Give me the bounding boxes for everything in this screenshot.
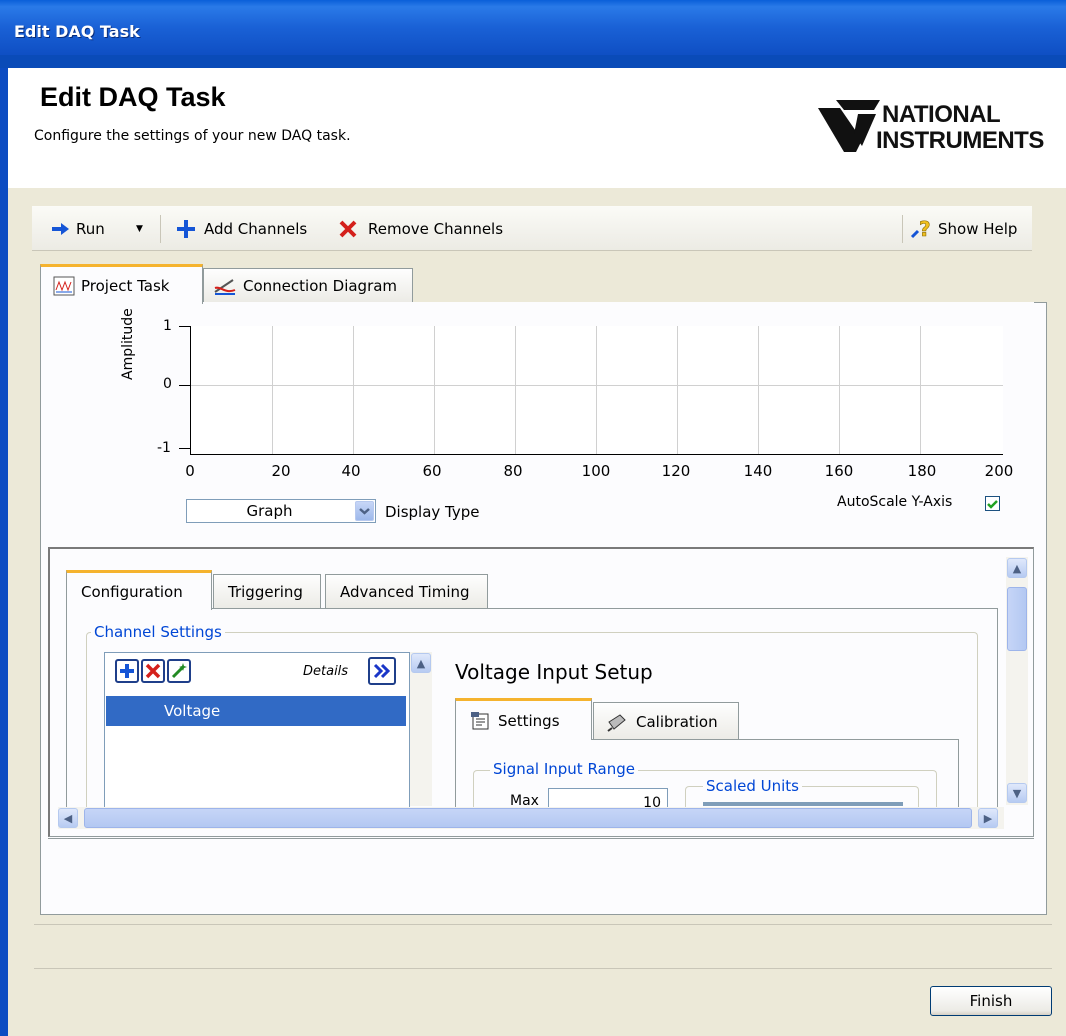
autoscale-label: AutoScale Y-Axis: [837, 494, 953, 510]
remove-channels-label: Remove Channels: [368, 220, 504, 238]
tab-settings[interactable]: Settings: [455, 698, 592, 740]
add-channels-button[interactable]: Add Channels: [176, 218, 307, 240]
graph-icon: [53, 276, 75, 295]
red-x-icon: [339, 220, 357, 238]
logo-line-instruments: INSTRUMENTS: [876, 127, 1044, 154]
channel-settings-label: Channel Settings: [91, 623, 225, 641]
remove-channel-button[interactable]: [141, 659, 165, 683]
x-tick: 60: [422, 462, 442, 480]
tab-label: Configuration: [81, 582, 183, 601]
x-tick: 20: [271, 462, 291, 480]
checkmark-icon: [987, 500, 998, 509]
remove-channels-button[interactable]: Remove Channels: [338, 218, 503, 240]
svg-text:?: ?: [919, 217, 931, 241]
scroll-up-button[interactable]: ▲: [1007, 558, 1027, 578]
scaled-units-label: Scaled Units: [703, 777, 802, 795]
x-tick: 140: [743, 462, 773, 480]
settings-sheet-icon: [471, 711, 489, 729]
display-type-select[interactable]: Graph: [186, 499, 376, 523]
config-horizontal-scrollbar[interactable]: ◀ ▶: [58, 807, 1004, 829]
wiring-diagram-icon: [214, 278, 236, 295]
x-tick: 200: [984, 462, 1014, 480]
double-chevron-right-icon: [373, 663, 391, 679]
tab-label: Advanced Timing: [340, 582, 470, 601]
scroll-up-button[interactable]: ▲: [411, 653, 431, 673]
edit-daq-task-window: Edit DAQ Task Edit DAQ Task Configure th…: [0, 0, 1066, 1036]
add-channel-button[interactable]: [115, 659, 139, 683]
tab-label: Triggering: [228, 582, 303, 601]
channel-tools-button[interactable]: [167, 659, 191, 683]
ni-logo: NATIONAL INSTRUMENTS: [818, 98, 1066, 168]
x-tick: 80: [503, 462, 523, 480]
run-label: Run: [76, 220, 105, 238]
tab-calibration[interactable]: Calibration: [593, 702, 739, 740]
y-tick: -1: [157, 440, 171, 456]
plus-icon: [177, 220, 195, 238]
tab-project-task[interactable]: Project Task: [40, 264, 203, 304]
tab-label: Calibration: [636, 712, 718, 731]
window-title: Edit DAQ Task: [14, 22, 140, 41]
autoscale-y-checkbox[interactable]: [985, 496, 1000, 511]
max-input[interactable]: 10: [548, 788, 668, 807]
x-tick: 100: [581, 462, 611, 480]
scaled-units-select[interactable]: [703, 802, 903, 806]
y-axis-label: Amplitude: [120, 308, 136, 380]
x-tick: 160: [824, 462, 854, 480]
wand-icon: [171, 663, 187, 679]
run-button[interactable]: Run: [52, 218, 105, 240]
page-subtitle: Configure the settings of your new DAQ t…: [34, 128, 351, 144]
chevron-down-icon[interactable]: [355, 501, 374, 521]
tab-advanced-timing[interactable]: Advanced Timing: [325, 574, 488, 608]
scroll-down-button[interactable]: ▼: [1007, 783, 1027, 803]
voltage-setup-title: Voltage Input Setup: [455, 660, 653, 684]
plus-icon: [120, 664, 134, 678]
calibration-icon: [607, 713, 626, 732]
toolbar: Run ▼ Add Channels Remove Channels ? Sho…: [32, 206, 1032, 251]
channel-list-scrollbar[interactable]: ▲: [410, 652, 432, 806]
x-tick: 120: [661, 462, 691, 480]
chevron-down-icon: ▼: [136, 224, 143, 234]
display-type-label: Display Type: [385, 503, 480, 521]
page-title: Edit DAQ Task: [40, 82, 226, 112]
details-expand-button[interactable]: [368, 657, 396, 685]
title-bar[interactable]: Edit DAQ Task: [0, 0, 1066, 68]
ni-logo-icon: [818, 100, 880, 152]
finish-button[interactable]: Finish: [930, 986, 1052, 1016]
tab-label: Settings: [498, 711, 560, 730]
waveform-graph[interactable]: [190, 326, 1003, 455]
show-help-label: Show Help: [938, 220, 1018, 238]
logo-line-national: NATIONAL: [882, 101, 1001, 128]
scroll-left-button[interactable]: ◀: [58, 808, 78, 828]
details-label: Details: [303, 664, 349, 679]
tab-configuration[interactable]: Configuration: [66, 570, 212, 610]
signal-input-range-label: Signal Input Range: [490, 760, 638, 778]
run-dropdown-button[interactable]: ▼: [136, 218, 143, 240]
max-label: Max: [510, 794, 539, 806]
y-tick: 1: [163, 318, 172, 334]
scroll-right-button[interactable]: ▶: [978, 808, 998, 828]
y-tick: 0: [163, 376, 172, 392]
run-arrow-icon: [52, 223, 69, 235]
tab-triggering[interactable]: Triggering: [213, 574, 321, 608]
display-type-value: Graph: [246, 502, 293, 520]
scroll-thumb[interactable]: [1007, 587, 1027, 651]
channel-list-item[interactable]: Voltage: [106, 696, 406, 726]
tab-connection-diagram[interactable]: Connection Diagram: [203, 268, 413, 302]
scroll-thumb[interactable]: [84, 808, 972, 828]
help-question-icon: ?: [910, 217, 931, 241]
config-vertical-scrollbar[interactable]: ▲ ▼: [1006, 557, 1028, 805]
x-tick: 180: [907, 462, 937, 480]
x-tick: 0: [185, 462, 195, 480]
header: Edit DAQ Task Configure the settings of …: [8, 68, 1066, 188]
add-channels-label: Add Channels: [204, 220, 308, 238]
max-value: 10: [643, 795, 661, 807]
red-x-icon: [145, 663, 161, 679]
tab-label: Connection Diagram: [243, 276, 398, 295]
channel-name: Voltage: [164, 702, 221, 720]
show-help-button[interactable]: ? Show Help: [910, 217, 1018, 241]
tab-label: Project Task: [81, 276, 170, 295]
finish-label: Finish: [969, 992, 1013, 1010]
x-tick: 40: [341, 462, 361, 480]
